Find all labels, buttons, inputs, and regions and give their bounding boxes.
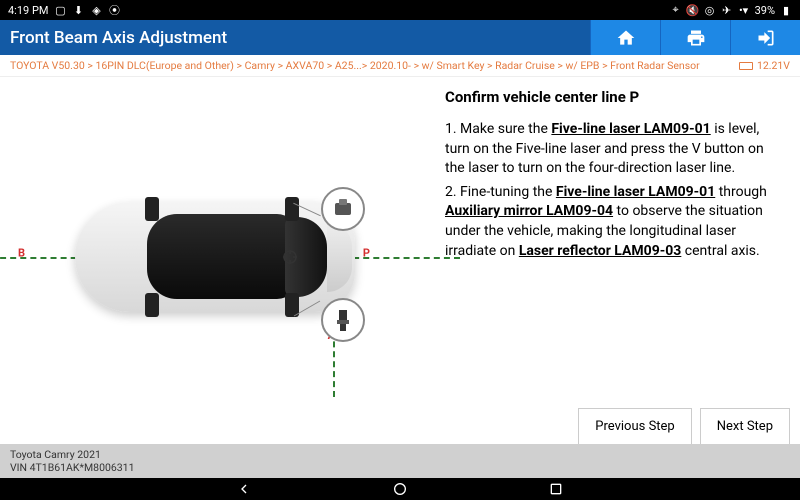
print-icon (686, 28, 706, 48)
bluetooth-icon: ⌖ (670, 4, 682, 16)
breadcrumb-path: TOYOTA V50.30 > 16PIN DLC(Europe and Oth… (10, 59, 700, 72)
battery-percent: 39% (755, 4, 775, 17)
home-button[interactable] (590, 20, 660, 55)
nav-back-icon[interactable] (236, 481, 252, 497)
diagram-label-b: B (18, 247, 25, 260)
title-bar: Front Beam Axis Adjustment (0, 20, 800, 55)
voltage-value: 12.21V (757, 59, 790, 72)
status-time: 4:19 PM (8, 4, 48, 17)
exit-button[interactable] (730, 20, 800, 55)
breadcrumb: TOYOTA V50.30 > 16PIN DLC(Europe and Oth… (0, 55, 800, 77)
download-icon: ⬇ (72, 4, 84, 16)
footer-bar: Toyota Camry 2021 VIN 4T1B61AK*M8006311 (0, 444, 800, 478)
image-icon: ▢ (54, 4, 66, 16)
exit-icon (756, 28, 776, 48)
voltage-indicator: 12.21V (739, 59, 790, 72)
battery-icon: ▮ (780, 4, 792, 16)
instructions-panel: Confirm vehicle center line P 1. Make su… (430, 77, 800, 437)
diagram-label-p: P (363, 247, 370, 260)
instruction-step-1: 1. Make sure the Five-line laser LAM09-0… (445, 120, 785, 179)
callout-laser-device (321, 187, 365, 231)
page-title: Front Beam Axis Adjustment (10, 28, 227, 48)
plane-icon: ✈ (721, 4, 733, 16)
previous-step-button[interactable]: Previous Step (578, 408, 691, 445)
home-icon (616, 28, 636, 48)
nav-home-icon[interactable] (392, 481, 408, 497)
vehicle-model: Toyota Camry 2021 (10, 448, 790, 461)
signal-icon: ◈ (90, 4, 102, 16)
android-statusbar: 4:19 PM ▢ ⬇ ◈ ⦿ ⌖ 🔇 ◎ ✈ •▾ 39% ▮ (0, 0, 800, 20)
android-navbar (0, 478, 800, 500)
voltage-icon (739, 62, 753, 70)
vehicle-vin: VIN 4T1B61AK*M8006311 (10, 461, 790, 474)
instruction-step-2: 2. Fine-tuning the Five-line laser LAM09… (445, 183, 785, 261)
location-icon: ⦿ (108, 4, 120, 16)
gps-icon: ◎ (704, 4, 716, 16)
print-button[interactable] (660, 20, 730, 55)
laser-target-icon (282, 249, 298, 265)
nav-recent-icon[interactable] (548, 481, 564, 497)
instructions-heading: Confirm vehicle center line P (445, 87, 785, 108)
cell-icon: •▾ (738, 4, 750, 16)
vehicle-diagram: B P A (0, 77, 430, 437)
next-step-button[interactable]: Next Step (700, 408, 790, 445)
callout-mirror-device (321, 298, 365, 342)
mute-icon: 🔇 (687, 4, 699, 16)
